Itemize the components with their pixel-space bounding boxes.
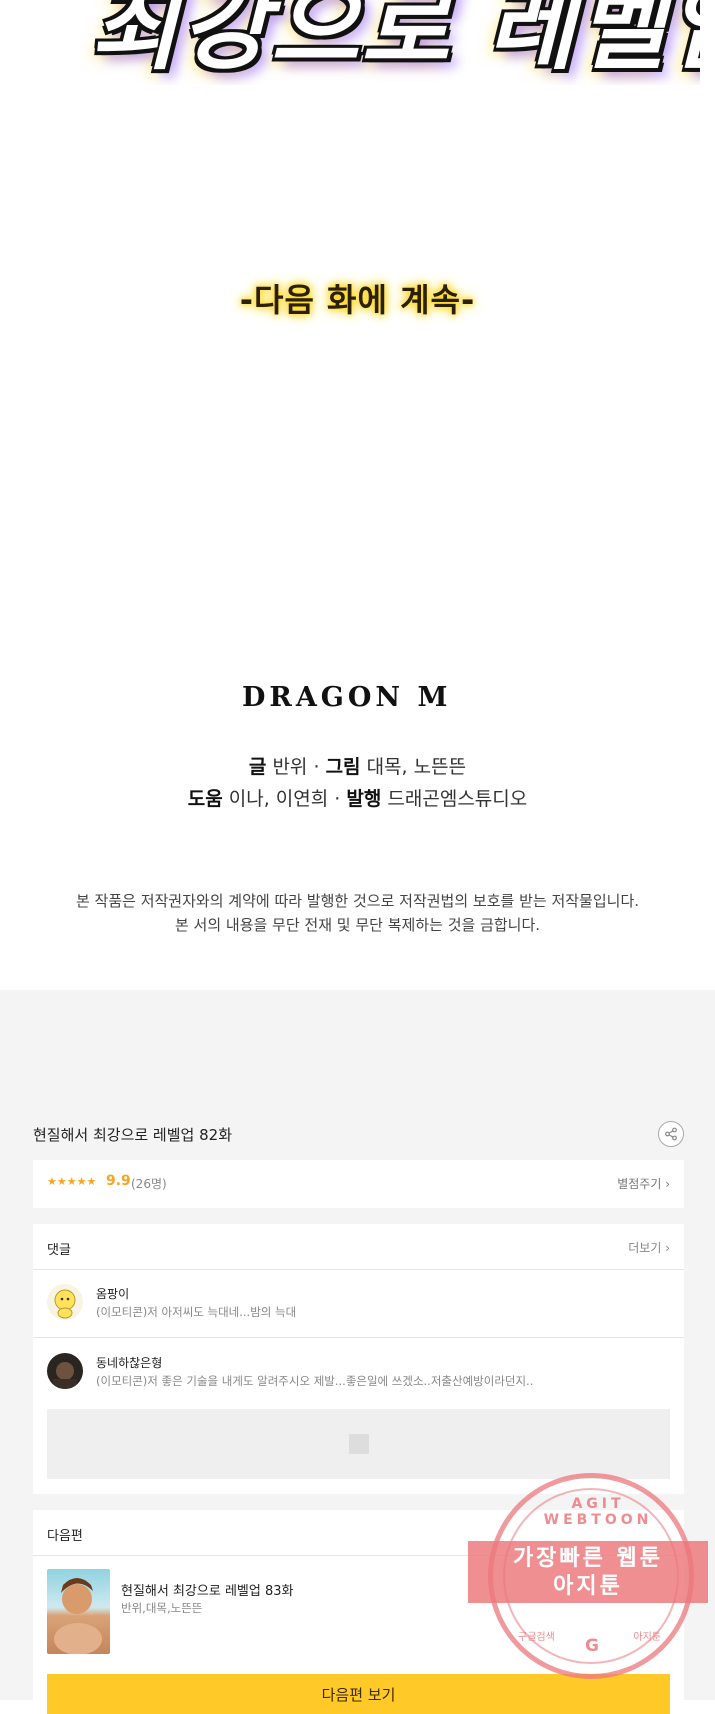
watermark-stamp: AGIT WEBTOON 가장빠른 웹툰 아지툰 구글검색 G 아지툰 [468, 1473, 708, 1679]
next-episode-thumbnail[interactable] [47, 1569, 110, 1654]
avatar [47, 1353, 83, 1389]
rating-card: ★★★★★ 9.9 (26명) 별점주기 › [33, 1160, 684, 1208]
stamp-band: 가장빠른 웹툰 아지툰 [468, 1541, 708, 1603]
share-icon[interactable] [658, 1121, 684, 1147]
comments-more-link[interactable]: 더보기 › [628, 1239, 670, 1256]
stamp-right-text: 아지툰 [633, 1632, 661, 1643]
rating-count: (26명) [131, 1177, 167, 1191]
next-episode-title[interactable]: 현질해서 최강으로 레벨업 83화 [121, 1580, 293, 1599]
share-glyph [665, 1127, 677, 1141]
comment-author: 옴팡이 [96, 1287, 130, 1301]
stamp-line-1: 가장빠른 웹툰 [512, 1546, 664, 1571]
assist-label: 도움 [187, 788, 223, 810]
rating-score: 9.9 [106, 1173, 131, 1189]
artist-label: 그림 [325, 756, 361, 778]
divider [33, 1337, 684, 1338]
writer-label: 글 [248, 756, 267, 778]
comic-page: 최강으로 레벨업! -다음 화에 계속- DRAGON M 글 반위 · 그림 … [0, 0, 715, 990]
separator: · [334, 788, 341, 810]
comment-item[interactable]: 옴팡이 (이모티콘)저 아저씨도 늑대네...밤의 늑대 [47, 1284, 670, 1334]
comment-item[interactable]: 동네하찮은형 (이모티콘)저 좋은 기술을 내게도 알려주시오 제발...좋은일… [47, 1353, 670, 1403]
image-placeholder-icon [349, 1434, 369, 1454]
rate-button[interactable]: 별점주기 › [617, 1175, 670, 1192]
credits-line-2: 도움 이나, 이연희 · 발행 드래곤엠스튜디오 [0, 783, 715, 815]
publisher: 드래곤엠스튜디오 [387, 788, 528, 810]
google-icon: G [585, 1636, 599, 1656]
comments-card: 댓글 더보기 › 옴팡이 (이모티콘)저 아저씨도 늑대네...밤의 늑대 동네… [33, 1224, 684, 1494]
notice-line-2: 본 서의 내용을 무단 전재 및 무단 복제하는 것을 금합니다. [174, 916, 541, 934]
divider [33, 1269, 684, 1270]
separator: · [313, 756, 320, 778]
avatar [47, 1284, 83, 1320]
star-rating-icon: ★★★★★ [47, 1175, 97, 1188]
stamp-top-text: AGIT WEBTOON [543, 1496, 653, 1528]
credits-line-1: 글 반위 · 그림 대목, 노뜬뜬 [0, 751, 715, 783]
dragon-m-logo: DRAGON M [240, 652, 480, 722]
copyright-notice: 본 작품은 저작권자와의 계약에 따라 발행한 것으로 저작권법의 보호를 받는… [0, 889, 715, 937]
title-art-text: 최강으로 레벨업! [90, 0, 700, 83]
publisher-label: 발행 [346, 788, 382, 810]
notice-line-1: 본 작품은 저작권자와의 계약에 따라 발행한 것으로 저작권법의 보호를 받는… [75, 892, 640, 910]
continue-text: -다음 화에 계속- [239, 281, 476, 319]
episode-title: 현질해서 최강으로 레벨업 82화 [33, 1126, 232, 1144]
logo-text: DRAGON M [242, 682, 452, 713]
next-episode-button[interactable]: 다음편 보기 [47, 1674, 670, 1714]
comment-text: (이모티콘)저 좋은 기술을 내게도 알려주시오 제발...좋은일에 쓰겠소..… [96, 1374, 534, 1388]
comment-author: 동네하찮은형 [96, 1356, 163, 1370]
stamp-line-2: 아지툰 [553, 1574, 623, 1599]
ad-placeholder [47, 1409, 670, 1479]
title-art: 최강으로 레벨업! [80, 0, 700, 85]
comment-text: (이모티콘)저 아저씨도 늑대네...밤의 늑대 [96, 1305, 297, 1319]
next-episode-authors: 반위,대목,노뜬뜬 [121, 1601, 203, 1615]
artist: 대목, 노뜬뜬 [366, 756, 467, 778]
writer: 반위 [272, 756, 308, 778]
comments-header: 댓글 [47, 1243, 71, 1258]
next-header: 다음편 [47, 1529, 83, 1544]
stamp-left-text: 구글검색 [518, 1632, 555, 1643]
assist: 이나, 이연희 [228, 788, 329, 810]
